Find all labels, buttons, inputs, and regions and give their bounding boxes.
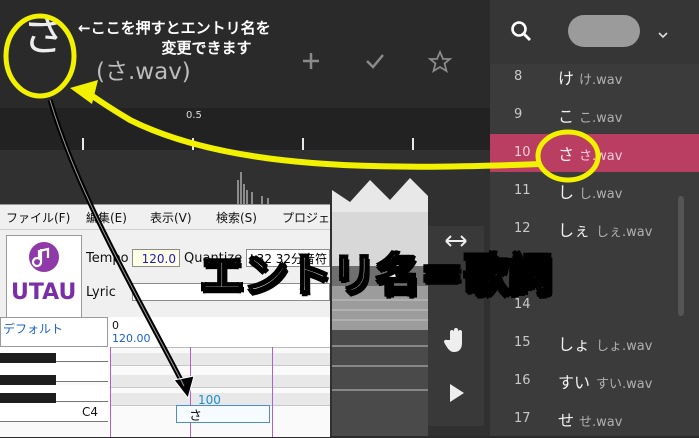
- menu-edit[interactable]: 編集(E): [86, 209, 127, 226]
- entry-name: せ: [558, 411, 575, 430]
- entry-number: 8: [514, 69, 523, 84]
- entry-file: せ.wav: [579, 415, 623, 430]
- sidebar-header: [490, 0, 699, 64]
- menu-file[interactable]: ファイル(F): [6, 209, 70, 226]
- entry-number: 9: [514, 107, 523, 122]
- hand-icon[interactable]: [436, 326, 476, 366]
- utau-window: ファイル(F) 編集(E) 表示(V) 検索(S) プロジェ UTAU Temp…: [0, 204, 330, 437]
- piano-key-black[interactable]: [0, 353, 56, 363]
- roll-row: [110, 375, 330, 388]
- ruler-tick: [192, 138, 194, 150]
- key-label: C4: [82, 405, 99, 419]
- note-icon: [29, 242, 59, 272]
- entry-name: しぇ: [558, 221, 591, 240]
- add-icon[interactable]: [300, 50, 322, 78]
- entry-list-panel: 8 けけ.wav 9 ここ.wav 10 ささ.wav 11 しし.wav 12 しぇ しぇ.wav…: [490, 0, 699, 436]
- entry-name: こ: [558, 107, 575, 126]
- ruler-tick: [302, 138, 304, 150]
- entry-row[interactable]: 9 ここ.wav: [490, 96, 699, 134]
- note-block[interactable]: さ: [176, 405, 270, 424]
- entry-number: 11: [514, 183, 531, 198]
- lyric-label: Lyric: [86, 285, 116, 300]
- entry-row[interactable]: 8 けけ.wav: [490, 58, 699, 96]
- entry-name: け: [558, 69, 575, 88]
- piano-key-black[interactable]: [0, 375, 56, 385]
- ruler-tick: [412, 138, 414, 150]
- entry-name-button[interactable]: さ: [22, 14, 66, 58]
- entry-number: 17: [514, 411, 531, 426]
- entry-row[interactable]: 17 せせ.wav: [490, 400, 699, 438]
- menu-project[interactable]: プロジェ: [282, 209, 330, 226]
- filter-pill[interactable]: [568, 15, 640, 47]
- entry-name: し: [558, 183, 575, 202]
- entry-file: さ.wav: [579, 149, 623, 164]
- entry-row[interactable]: 12 しぇ しぇ.wav: [490, 210, 699, 248]
- star-icon[interactable]: [427, 49, 453, 80]
- entry-name: しょ: [558, 335, 591, 354]
- entry-file: こ.wav: [579, 111, 623, 126]
- caption-text: エントリ名＝歌詞: [199, 250, 553, 301]
- bar-line: [110, 347, 111, 437]
- track-tempo: 120.00: [112, 332, 151, 345]
- entry-row[interactable]: 10 ささ.wav: [490, 134, 699, 172]
- search-icon[interactable]: [510, 20, 532, 46]
- time-ruler: [0, 108, 490, 150]
- entry-number: 10: [514, 145, 531, 160]
- tempo-label: Tempo: [86, 251, 129, 266]
- entry-file: し.wav: [579, 187, 623, 202]
- track-name[interactable]: デフォルト: [0, 317, 108, 347]
- entry-file: しょ.wav: [596, 339, 653, 354]
- entry-name: さ: [558, 145, 575, 164]
- check-icon[interactable]: [364, 50, 386, 78]
- entry-row[interactable]: 16 すい すい.wav: [490, 362, 699, 400]
- entry-row[interactable]: 15 しょ しょ.wav: [490, 324, 699, 362]
- entry-number: 16: [514, 373, 531, 388]
- bar-line: [272, 347, 273, 437]
- logo-text: UTAU: [11, 280, 77, 305]
- scrollbar[interactable]: [678, 196, 684, 316]
- entry-row[interactable]: 11 しし.wav: [490, 172, 699, 210]
- entry-number: 12: [514, 221, 531, 236]
- chevron-down-icon[interactable]: [658, 24, 668, 43]
- entry-file: しぇ.wav: [596, 225, 653, 240]
- play-icon[interactable]: [436, 378, 476, 418]
- piano-key-black[interactable]: [0, 393, 56, 403]
- ruler-tick: [82, 138, 84, 150]
- entry-file: け.wav: [579, 73, 623, 88]
- piano-roll[interactable]: デフォルト 0 120.00 C4 100 さ: [0, 317, 330, 437]
- entry-number: 15: [514, 335, 531, 350]
- track-position: 0: [112, 319, 119, 332]
- tempo-input[interactable]: 120.0: [132, 249, 180, 267]
- annotation-text: ←ここを押すとエントリ名を 変更できます: [78, 19, 271, 57]
- entry-name: すい: [558, 373, 591, 392]
- menu-view[interactable]: 表示(V): [150, 209, 192, 226]
- ruler-label: 0.5: [186, 110, 202, 121]
- utau-logo: UTAU: [6, 235, 82, 319]
- piano-key-c4[interactable]: C4: [0, 403, 108, 422]
- menu-bar: ファイル(F) 編集(E) 表示(V) 検索(S) プロジェ: [0, 205, 330, 230]
- roll-row: [110, 353, 330, 366]
- track-info: 0 120.00: [110, 317, 330, 348]
- entry-file: すい.wav: [596, 377, 653, 392]
- note-lyric: さ: [189, 409, 203, 424]
- menu-search[interactable]: 検索(S): [216, 209, 257, 226]
